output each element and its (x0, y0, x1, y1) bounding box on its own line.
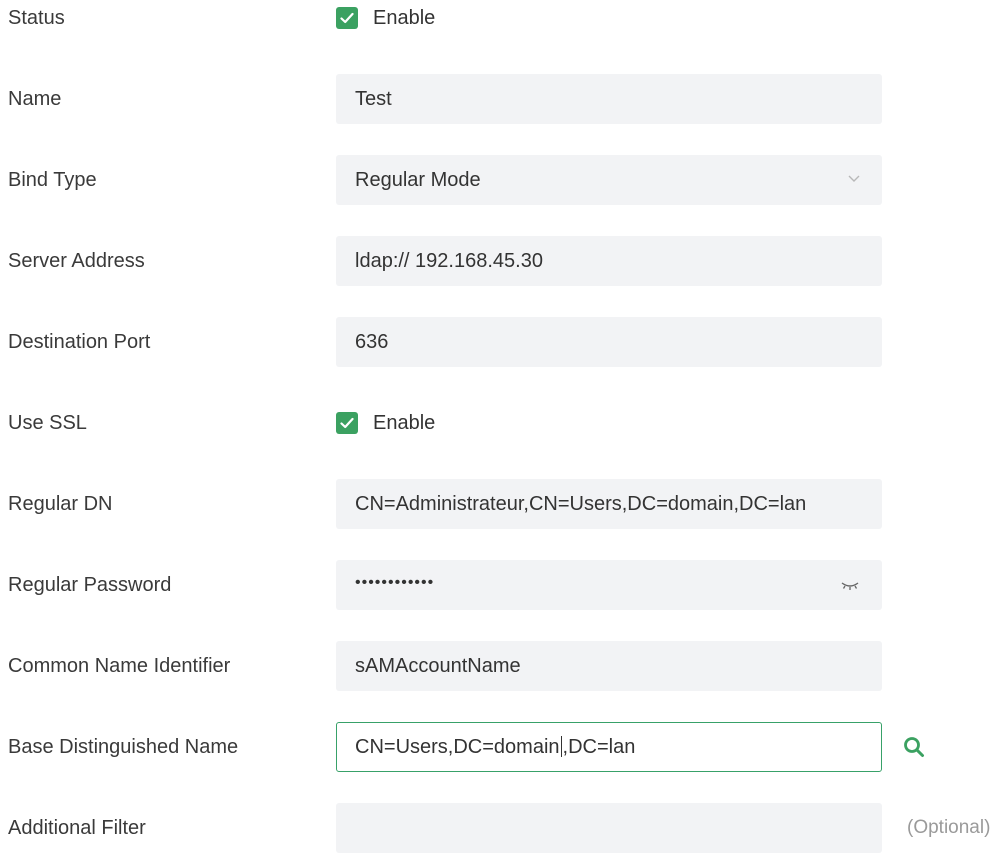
additional-filter-optional-hint: (Optional) (907, 817, 991, 838)
status-row: Status Enable (0, 0, 1003, 44)
bind-type-value: Regular Mode (355, 168, 481, 191)
text-cursor (560, 735, 562, 758)
name-value: Test (355, 87, 392, 110)
base-dn-row: Base Distinguished Name CN=Users,DC=doma… (0, 721, 1003, 773)
status-label: Status (8, 6, 65, 29)
eye-closed-icon[interactable] (840, 578, 860, 592)
regular-password-input[interactable]: •••••••••••• (336, 560, 882, 610)
regular-dn-row: Regular DN CN=Administrateur,CN=Users,DC… (0, 478, 1003, 530)
use-ssl-row: Use SSL Enable (0, 397, 1003, 449)
use-ssl-enable-label[interactable]: Enable (373, 412, 435, 435)
destination-port-label: Destination Port (8, 330, 151, 353)
regular-password-row: Regular Password •••••••••••• (0, 559, 1003, 611)
server-address-row: Server Address ldap:// 192.168.45.30 (0, 235, 1003, 287)
bind-type-label: Bind Type (8, 168, 97, 191)
name-row: Name Test (0, 73, 1003, 125)
server-address-value: ldap:// 192.168.45.30 (355, 249, 543, 272)
base-dn-value: CN=Users,DC=domain ,DC=lan (355, 735, 867, 759)
additional-filter-input[interactable] (336, 803, 882, 853)
regular-dn-value: CN=Administrateur,CN=Users,DC=domain,DC=… (355, 492, 807, 515)
regular-dn-input[interactable]: CN=Administrateur,CN=Users,DC=domain,DC=… (336, 479, 882, 529)
base-dn-value-before-cursor: CN=Users,DC=domain (355, 735, 560, 758)
bind-type-row: Bind Type Regular Mode (0, 154, 1003, 206)
server-address-label: Server Address (8, 249, 145, 272)
status-enable-label[interactable]: Enable (373, 7, 435, 30)
server-address-input[interactable]: ldap:// 192.168.45.30 (336, 236, 882, 286)
common-name-identifier-row: Common Name Identifier sAMAccountName (0, 640, 1003, 692)
regular-password-value: •••••••••••• (355, 574, 435, 591)
search-icon[interactable] (902, 735, 926, 759)
regular-password-label: Regular Password (8, 573, 172, 596)
common-name-identifier-input[interactable]: sAMAccountName (336, 641, 882, 691)
regular-dn-label: Regular DN (8, 492, 113, 515)
destination-port-value: 636 (355, 330, 389, 353)
base-dn-label: Base Distinguished Name (8, 735, 239, 758)
check-icon[interactable] (336, 412, 358, 434)
bind-type-select[interactable]: Regular Mode (336, 155, 882, 205)
name-label: Name (8, 87, 62, 110)
destination-port-row: Destination Port 636 (0, 316, 1003, 368)
common-name-identifier-value: sAMAccountName (355, 654, 521, 677)
base-dn-value-after-cursor: ,DC=lan (562, 735, 636, 758)
name-input[interactable]: Test (336, 74, 882, 124)
common-name-identifier-label: Common Name Identifier (8, 654, 231, 677)
chevron-down-icon[interactable] (846, 169, 862, 192)
use-ssl-label: Use SSL (8, 411, 87, 434)
additional-filter-label: Additional Filter (8, 816, 146, 839)
base-dn-input[interactable]: CN=Users,DC=domain ,DC=lan (336, 722, 882, 772)
base-dn-search-button[interactable] (900, 733, 928, 761)
additional-filter-row: Additional Filter (Optional) (0, 802, 1003, 854)
status-checkbox[interactable]: Enable (336, 7, 435, 30)
destination-port-input[interactable]: 636 (336, 317, 882, 367)
check-icon[interactable] (336, 7, 358, 29)
use-ssl-checkbox[interactable]: Enable (336, 412, 435, 435)
